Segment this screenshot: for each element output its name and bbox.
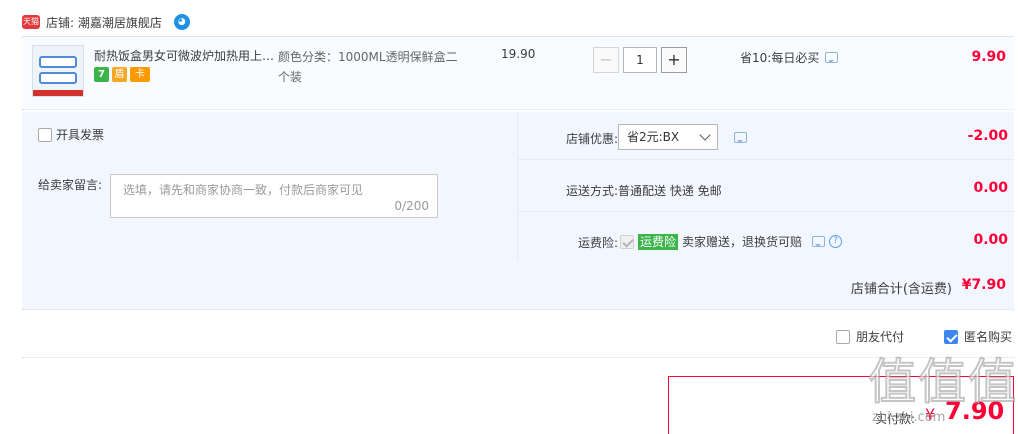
product-spec: 颜色分类：1000ML透明保鲜盒二 个装 — [278, 47, 468, 87]
shop-header: 天猫 店铺: 潮嘉潮居旗舰店 ◕ — [22, 12, 190, 32]
chevron-down-icon — [699, 129, 711, 141]
insurance-checkbox — [620, 234, 634, 249]
credit-card-icon[interactable]: 卡 — [130, 67, 150, 82]
invoice-checkbox[interactable] — [38, 127, 52, 142]
message-icon[interactable] — [734, 132, 747, 143]
item-promo: 省10:每日必买 — [740, 49, 839, 66]
message-char-count: 0/200 — [394, 199, 429, 213]
shipping-label: 运送方式: — [565, 184, 618, 198]
insurance-row: 运费险: 运费险 卖家赠送，退换货可赔 ? 0.00 — [518, 216, 1014, 260]
message-icon[interactable] — [812, 236, 826, 247]
container-shape — [39, 72, 77, 84]
coupon-label: 店铺优惠: — [565, 132, 618, 146]
extras-left: 开具发票 给卖家留言: 选填，请先和商家协商一致，付款后商家可见 0/200 — [22, 112, 517, 260]
cart-item-row: 耐热饭盒男女可微波炉加热用上班族 7 盾 卡 颜色分类：1000ML透明保鲜盒二… — [22, 36, 1014, 110]
help-icon[interactable]: ? — [829, 235, 843, 248]
unit-price: 19.90 — [501, 47, 536, 61]
watermark-url: zhi zhi.com — [872, 410, 946, 425]
insurance-text: 卖家赠送，退换货可赔 — [682, 235, 803, 249]
service-badges: 7 盾 卡 — [94, 67, 150, 82]
order-extras-panel: 开具发票 给卖家留言: 选填，请先和商家协商一致，付款后商家可见 0/200 店… — [22, 112, 1014, 310]
shipping-row: 运送方式: 普通配送 快递 免邮 0.00 — [518, 164, 1014, 212]
invoice-label: 开具发票 — [56, 128, 105, 142]
message-label: 给卖家留言: — [38, 178, 103, 192]
shop-coupon-row: 店铺优惠: 省2元:BX -2.00 — [518, 112, 1014, 160]
product-thumbnail[interactable] — [32, 45, 84, 97]
shop-name-link[interactable]: 店铺: 潮嘉潮居旗舰店 — [46, 14, 162, 31]
subtotal-value: ¥7.90 — [961, 277, 1006, 293]
invoice-option[interactable]: 开具发票 — [38, 126, 104, 143]
payment-options: 朋友代付 匿名购买 — [22, 318, 1014, 358]
quantity-stepper: − 1 + — [593, 47, 687, 73]
seven-day-return-icon[interactable]: 7 — [94, 67, 109, 82]
insurance-label: 运费险: — [577, 236, 618, 250]
watermark-logo: 值值值 — [867, 353, 1018, 411]
insurance-option: 运费险 卖家赠送，退换货可赔 ? — [620, 233, 843, 250]
promo-text: 省10:每日必买 — [740, 51, 820, 65]
message-icon[interactable] — [825, 52, 839, 63]
friend-pay-checkbox[interactable] — [835, 329, 850, 344]
message-placeholder: 选填，请先和商家协商一致，付款后商家可见 — [123, 183, 364, 197]
shipping-method: 普通配送 快递 免邮 — [618, 184, 722, 198]
container-shape — [39, 56, 77, 68]
item-total: 9.90 — [971, 49, 1006, 65]
chat-wangwang-icon[interactable]: ◕ — [173, 14, 190, 30]
tmall-badge: 天猫 — [22, 15, 40, 29]
seller-message-textarea[interactable]: 选填，请先和商家协商一致，付款后商家可见 0/200 — [110, 174, 438, 218]
shipping-fee: 0.00 — [973, 180, 1008, 196]
quantity-input[interactable]: 1 — [623, 47, 657, 73]
insurance-tag: 运费险 — [638, 233, 679, 250]
insurance-fee: 0.00 — [973, 232, 1008, 248]
subtotal-label: 店铺合计(含运费) — [850, 282, 952, 297]
coupon-select[interactable]: 省2元:BX — [618, 124, 718, 150]
coupon-discount: -2.00 — [967, 128, 1008, 144]
quantity-increase-button[interactable]: + — [661, 47, 687, 73]
extras-right: 店铺优惠: 省2元:BX -2.00 运送方式: 普通配送 快递 免邮 0.00… — [518, 112, 1014, 260]
shield-icon[interactable]: 盾 — [112, 67, 127, 82]
shop-subtotal: 店铺合计(含运费) ¥7.90 — [22, 260, 1014, 310]
coupon-selected-value: 省2元:BX — [627, 130, 680, 144]
spec-line: 颜色分类：1000ML透明保鲜盒二 — [278, 50, 458, 64]
quantity-decrease-button[interactable]: − — [593, 47, 619, 73]
product-title-link[interactable]: 耐热饭盒男女可微波炉加热用上班族 — [94, 47, 279, 64]
promo-strip — [33, 90, 83, 96]
spec-line: 个装 — [278, 70, 303, 84]
